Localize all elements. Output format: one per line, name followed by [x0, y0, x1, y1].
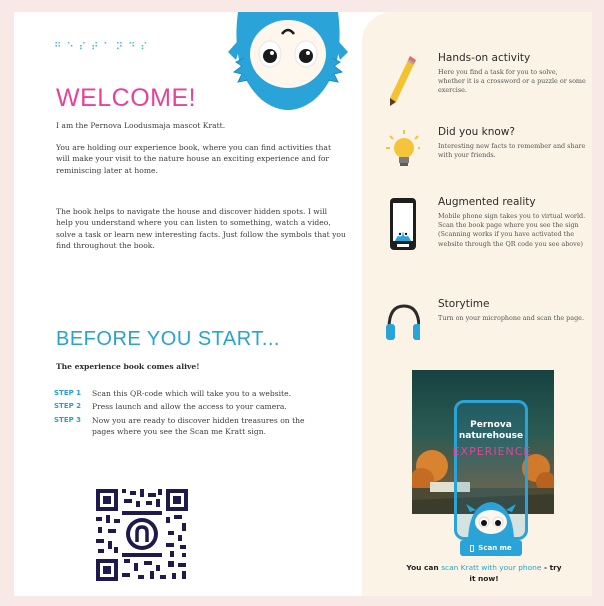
feature-title: Did you know? [438, 126, 515, 138]
feature-hands-on: Hands-on activity Here you find a task f… [384, 52, 586, 112]
headphones-icon [386, 304, 420, 340]
cover-experience-text: EXPERIENCE [452, 445, 532, 458]
phone-icon [390, 198, 416, 250]
step-text: Press launch and allow the access to you… [92, 402, 287, 412]
scan-me-button[interactable]: Scan me [460, 540, 522, 556]
step-item: STEP 1 Scan this QR-code which will take… [54, 388, 324, 399]
feature-description: Here you find a task for you to solve, w… [438, 68, 586, 95]
page: ⠛⠑⠎⠞⠁⠝⠙⠎ WELCOME! I am the Pernova Loodu… [14, 12, 592, 596]
steps-list: STEP 1 Scan this QR-code which will take… [54, 388, 324, 440]
cta-highlight-link[interactable]: scan Kratt with your phone [441, 563, 541, 572]
step-label: STEP 2 [54, 402, 82, 411]
cover-title: Pernova naturehouse [454, 420, 528, 442]
navigation-paragraph: The book helps to navigate the house and… [56, 207, 346, 251]
pencil-icon [390, 56, 416, 106]
scan-me-label: Scan me [478, 544, 512, 552]
feature-storytime: Storytime Turn on your microphone and sc… [384, 298, 584, 358]
comes-alive-subheading: The experience book comes alive! [56, 362, 200, 371]
feature-description: Turn on your microphone and scan the pag… [438, 314, 584, 322]
experience-book-paragraph: You are holding our experience book, whe… [56, 143, 332, 175]
scan-cta-text: You can scan Kratt with your phone - try… [404, 562, 564, 584]
phone-small-icon [470, 544, 475, 552]
step-text: Now you are ready to discover hidden tre… [92, 415, 305, 437]
braille-text: ⠛⠑⠎⠞⠁⠝⠙⠎ [54, 42, 153, 53]
lightbulb-icon [386, 130, 420, 166]
step-item: STEP 3 Now you are ready to discover hid… [54, 415, 324, 438]
step-item: STEP 2 Press launch and allow the access… [54, 401, 324, 412]
feature-augmented-reality: Augmented reality Mobile phone sign take… [384, 196, 586, 256]
feature-title: Hands-on activity [438, 52, 531, 64]
feature-description: Interesting new facts to remember and sh… [438, 142, 586, 160]
cover-title-line: Pernova [470, 420, 512, 430]
feature-description: Mobile phone sign takes you to virtual w… [438, 212, 586, 248]
cta-pre: You can [406, 563, 442, 572]
welcome-heading: WELCOME! [56, 84, 197, 112]
mascot-kratt-image [228, 12, 348, 110]
before-you-start-heading: BEFORE YOU START... [56, 328, 280, 350]
step-label: STEP 3 [54, 415, 82, 424]
feature-title: Storytime [438, 298, 490, 310]
feature-title: Augmented reality [438, 196, 536, 208]
mascot-small-image [466, 502, 516, 538]
step-label: STEP 1 [54, 389, 82, 397]
feature-did-you-know: Did you know? Interesting new facts to r… [384, 126, 586, 186]
qr-code[interactable] [94, 487, 190, 583]
intro-text: I am the Pernova Loodusmaja mascot Kratt… [56, 121, 226, 130]
cover-title-line: naturehouse [458, 431, 524, 441]
step-text: Scan this QR-code which will take you to… [92, 389, 292, 398]
